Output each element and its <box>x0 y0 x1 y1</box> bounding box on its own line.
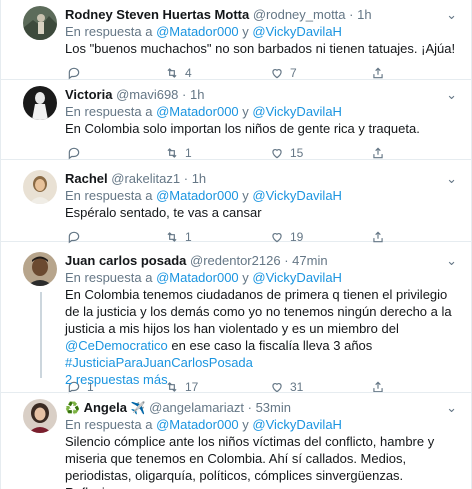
author-handle[interactable]: @redentor2126 <box>190 253 281 268</box>
tweet[interactable]: Rodney Steven Huertas Motta @rodney_mott… <box>1 0 471 80</box>
chevron-down-icon[interactable]: ⌄ <box>446 399 457 416</box>
avatar[interactable] <box>23 399 57 433</box>
heart-icon <box>272 69 282 79</box>
airplane-icon: ✈️ <box>130 401 146 415</box>
tweet[interactable]: Rachel @rakelitaz1 · 1h ⌄ En respuesta a… <box>1 160 471 244</box>
chevron-down-icon[interactable]: ⌄ <box>446 252 457 269</box>
tweet-text: Espéralo sentado, te vas a cansar <box>65 205 262 220</box>
chevron-down-icon[interactable]: ⌄ <box>446 170 457 187</box>
author-handle[interactable]: @rakelitaz1 <box>111 171 180 186</box>
mention-link[interactable]: @Matador000 <box>156 417 239 432</box>
reply-context: En respuesta a @Matador000 y @VickyDavil… <box>65 24 342 39</box>
tweet-text: Silencio cómplice ante los niños víctima… <box>65 434 435 489</box>
mention-link[interactable]: @CeDemocratico <box>65 338 168 353</box>
share-icon <box>373 67 383 79</box>
tweet-time[interactable]: 47min <box>292 253 327 268</box>
thread-line <box>40 292 42 378</box>
tweet-header: Juan carlos posada @redentor2126 · 47min… <box>65 252 457 269</box>
retweet-icon <box>167 68 177 78</box>
retweet-button[interactable]: 4 <box>165 66 192 80</box>
share-button[interactable] <box>371 146 385 160</box>
avatar[interactable] <box>23 252 57 286</box>
mention-link[interactable]: @VickyDavilaH <box>252 270 342 285</box>
mention-link[interactable]: @VickyDavilaH <box>252 104 342 119</box>
author-name[interactable]: Angela <box>84 400 127 415</box>
tweet-time[interactable]: 1h <box>192 171 206 186</box>
avatar[interactable] <box>23 6 57 40</box>
tweet-header: Rachel @rakelitaz1 · 1h ⌄ <box>65 170 457 187</box>
replies-feed: Rodney Steven Huertas Motta @rodney_mott… <box>0 0 472 489</box>
mention-link[interactable]: @Matador000 <box>156 24 239 39</box>
tweet-time[interactable]: 53min <box>256 400 291 415</box>
author-name[interactable]: Juan carlos posada <box>65 253 186 268</box>
tweet-time[interactable]: 1h <box>190 87 204 102</box>
tweet-header: ♻️ Angela ✈️ @angelamariazt · 53min ⌄ <box>65 399 457 416</box>
chevron-down-icon[interactable]: ⌄ <box>446 6 457 23</box>
mention-link[interactable]: @Matador000 <box>156 270 239 285</box>
author-name[interactable]: Rachel <box>65 171 108 186</box>
tweet-header: Rodney Steven Huertas Motta @rodney_mott… <box>65 6 457 23</box>
share-button[interactable] <box>371 66 385 80</box>
like-button[interactable]: 15 <box>270 146 303 160</box>
chevron-down-icon[interactable]: ⌄ <box>446 86 457 103</box>
reply-context: En respuesta a @Matador000 y @VickyDavil… <box>65 417 342 432</box>
retweet-icon <box>167 148 177 158</box>
hashtag-link[interactable]: #JusticiaParaJuanCarlosPosada <box>65 355 253 370</box>
reply-button[interactable] <box>67 146 87 160</box>
heart-icon <box>272 149 282 159</box>
mention-link[interactable]: @Matador000 <box>156 104 239 119</box>
reply-icon <box>68 67 80 80</box>
reply-context: En respuesta a @Matador000 y @VickyDavil… <box>65 188 342 203</box>
tweet-header: Victoria @mavi698 · 1h ⌄ <box>65 86 457 103</box>
author-handle[interactable]: @rodney_motta <box>253 7 346 22</box>
like-button[interactable]: 7 <box>270 66 297 80</box>
avatar[interactable] <box>23 86 57 120</box>
mention-link[interactable]: @VickyDavilaH <box>252 417 342 432</box>
share-icon <box>373 147 383 159</box>
retweet-button[interactable]: 1 <box>165 146 192 160</box>
author-name[interactable]: Rodney Steven Huertas Motta <box>65 7 249 22</box>
tweet-time[interactable]: 1h <box>357 7 371 22</box>
author-handle[interactable]: @mavi698 <box>116 87 178 102</box>
show-more-replies-link[interactable]: 2 respuestas más <box>65 372 168 387</box>
reply-context: En respuesta a @Matador000 y @VickyDavil… <box>65 104 342 119</box>
tweet[interactable]: Victoria @mavi698 · 1h ⌄ En respuesta a … <box>1 80 471 160</box>
tweet-text: Los "buenos muchachos" no son barbados n… <box>65 41 456 56</box>
tweet-text: En Colombia solo importan los niños de g… <box>65 121 420 136</box>
author-handle[interactable]: @angelamariazt <box>149 400 244 415</box>
avatar[interactable] <box>23 170 57 204</box>
tweet[interactable]: ♻️ Angela ✈️ @angelamariazt · 53min ⌄ En… <box>1 393 471 489</box>
tweet-text: En Colombia tenemos ciudadanos de primer… <box>65 287 452 370</box>
reply-icon <box>68 147 80 160</box>
mention-link[interactable]: @VickyDavilaH <box>252 24 342 39</box>
author-name[interactable]: Victoria <box>65 87 112 102</box>
recycle-icon: ♻️ <box>65 401 80 415</box>
mention-link[interactable]: @Matador000 <box>156 188 239 203</box>
mention-link[interactable]: @VickyDavilaH <box>252 188 342 203</box>
tweet[interactable]: Juan carlos posada @redentor2126 · 47min… <box>1 242 471 394</box>
reply-context: En respuesta a @Matador000 y @VickyDavil… <box>65 270 342 285</box>
reply-button[interactable] <box>67 66 87 80</box>
